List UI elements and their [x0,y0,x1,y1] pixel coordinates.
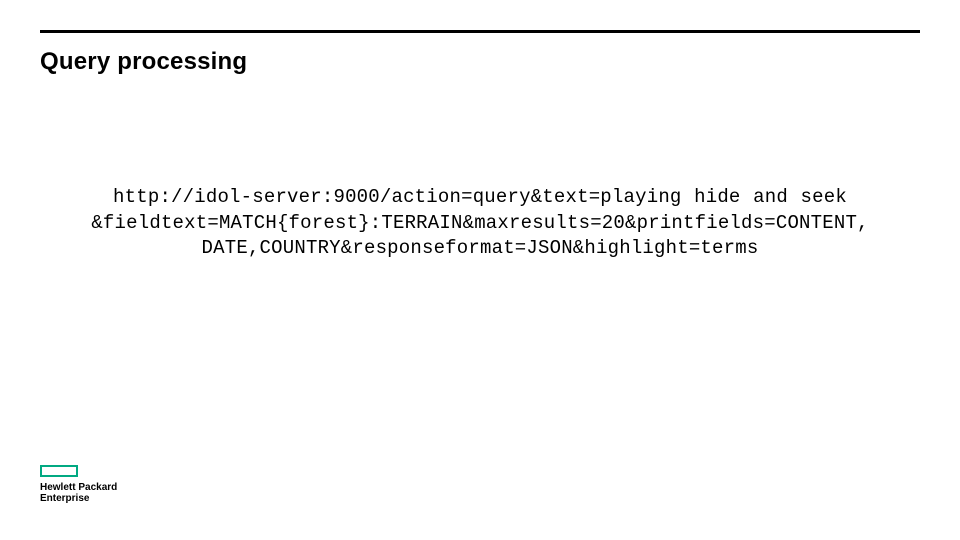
hpe-logo-text-line2: Enterprise [40,493,89,504]
hpe-logo-text-line1: Hewlett Packard [40,482,117,493]
hpe-logo-text: Hewlett Packard Enterprise [40,483,117,504]
top-rule [40,30,920,33]
hpe-logo: Hewlett Packard Enterprise [40,465,117,504]
code-line-2: &fieldtext=MATCH{forest}:TERRAIN&maxresu… [40,211,920,237]
hpe-logo-mark-icon [40,465,78,477]
code-line-1: http://idol-server:9000/action=query&tex… [40,185,920,211]
slide: Query processing http://idol-server:9000… [0,0,960,540]
slide-body: http://idol-server:9000/action=query&tex… [40,185,920,262]
code-line-3: DATE,COUNTRY&responseformat=JSON&highlig… [40,236,920,262]
slide-title: Query processing [40,48,247,76]
